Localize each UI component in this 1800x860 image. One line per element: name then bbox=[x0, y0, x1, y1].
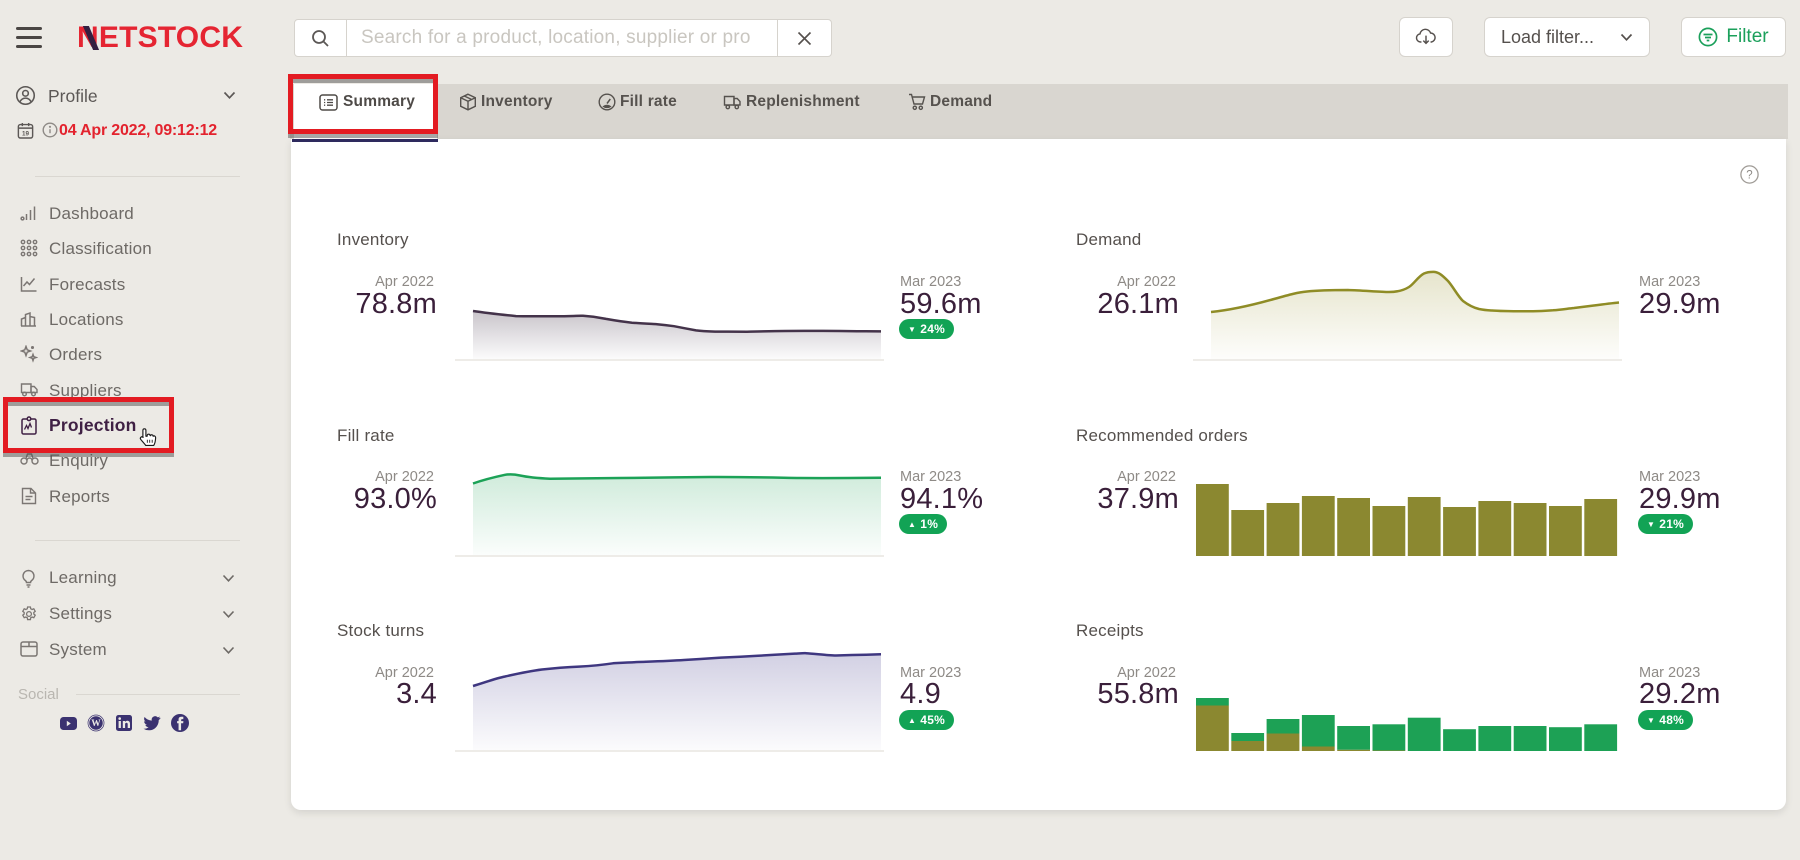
svg-text:?: ? bbox=[1746, 170, 1752, 182]
svg-text:W: W bbox=[91, 719, 101, 729]
svg-text:19: 19 bbox=[22, 131, 30, 138]
